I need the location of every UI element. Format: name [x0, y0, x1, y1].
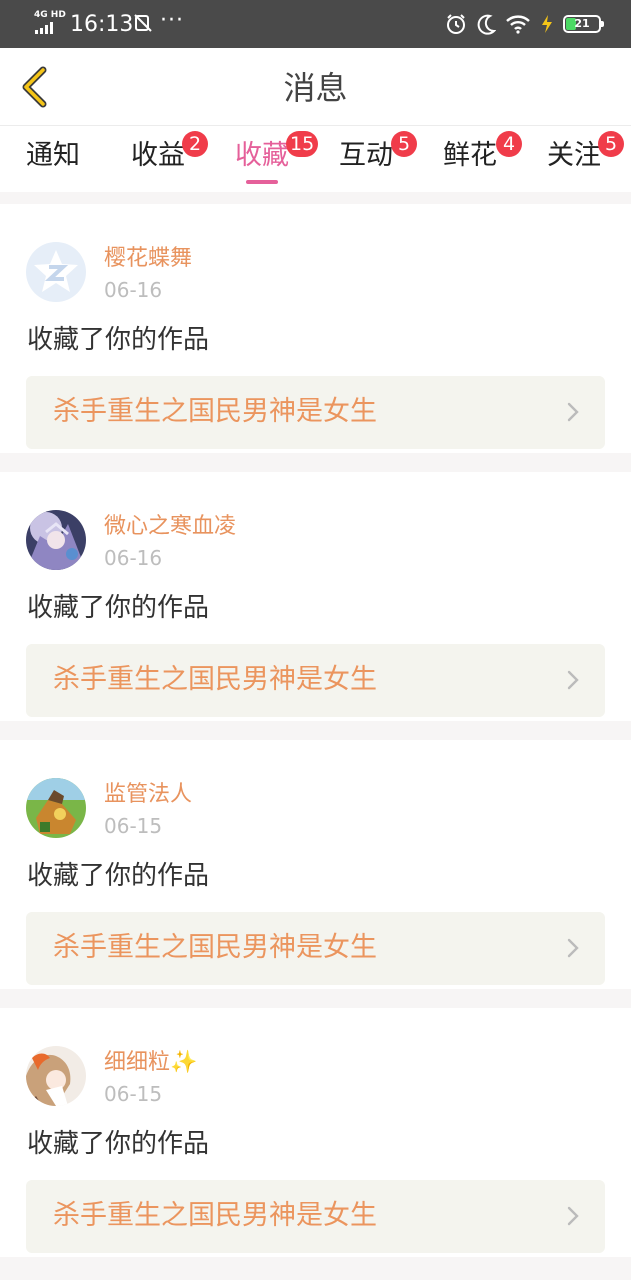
- status-icons: 21: [445, 11, 604, 37]
- illustration-avatar-icon[interactable]: [26, 1046, 86, 1106]
- default-avatar-icon[interactable]: [26, 242, 86, 302]
- network-type: 4G HD: [34, 10, 66, 20]
- tab-label: 互动: [339, 140, 393, 171]
- action-text: 收藏了你的作品: [27, 1129, 210, 1159]
- work-link[interactable]: 杀手重生之国民男神是女生: [26, 1180, 605, 1253]
- more-notifications-icon: ···: [160, 8, 184, 33]
- clock: 16:13: [70, 12, 134, 37]
- chevron-right-icon: [567, 670, 579, 690]
- work-link[interactable]: 杀手重生之国民男神是女生: [26, 644, 605, 717]
- action-text: 收藏了你的作品: [27, 593, 210, 623]
- battery-icon: 21: [563, 15, 604, 33]
- charging-icon: [542, 15, 552, 33]
- tab-label: 关注: [547, 140, 601, 171]
- anime-avatar-icon[interactable]: [26, 510, 86, 570]
- unread-badge: 5: [598, 131, 624, 157]
- game-avatar-icon[interactable]: [26, 778, 86, 838]
- username[interactable]: 监管法人: [104, 781, 192, 809]
- do-not-disturb-moon-icon: [477, 14, 496, 35]
- header: 消息: [0, 48, 631, 126]
- vpn-icon: [134, 14, 152, 32]
- work-title: 杀手重生之国民男神是女生: [53, 932, 377, 963]
- unread-badge: 15: [286, 131, 319, 157]
- message-card: 樱花蝶舞 06-16 收藏了你的作品 杀手重生之国民男神是女生: [0, 204, 631, 453]
- work-title: 杀手重生之国民男神是女生: [53, 396, 377, 427]
- unread-badge: 4: [496, 131, 522, 157]
- battery-level: 21: [574, 17, 590, 30]
- username[interactable]: 微心之寒血凌: [104, 513, 236, 541]
- active-tab-underline: [246, 180, 278, 184]
- username[interactable]: 樱花蝶舞: [104, 245, 192, 273]
- unread-badge: 5: [391, 131, 417, 157]
- message-tabs: 通知 收益 2 收藏 15 互动 5 鲜花 4 关注 5: [0, 126, 631, 192]
- work-title: 杀手重生之国民男神是女生: [53, 664, 377, 695]
- status-bar: 4G HD 16:13 ··· 21: [0, 0, 631, 48]
- tab-favorites[interactable]: 收藏 15: [235, 131, 319, 184]
- message-card: 细细粒✨ 06-15 收藏了你的作品 杀手重生之国民男神是女生: [0, 1008, 631, 1257]
- tab-notifications[interactable]: 通知: [26, 138, 80, 182]
- message-date: 06-15: [104, 814, 163, 838]
- tab-label: 鲜花: [443, 140, 497, 171]
- alarm-icon: [447, 14, 465, 34]
- chevron-right-icon: [567, 1206, 579, 1226]
- tab-earnings[interactable]: 收益 2: [131, 131, 208, 182]
- username[interactable]: 细细粒✨: [104, 1049, 197, 1077]
- chevron-right-icon: [567, 938, 579, 958]
- message-card: 监管法人 06-15 收藏了你的作品 杀手重生之国民男神是女生: [0, 740, 631, 989]
- action-text: 收藏了你的作品: [27, 325, 210, 355]
- action-text: 收藏了你的作品: [27, 861, 210, 891]
- tab-label: 收藏: [235, 140, 289, 171]
- tab-label: 收益: [131, 140, 185, 171]
- tab-follows[interactable]: 关注 5: [547, 131, 624, 182]
- message-date: 06-16: [104, 546, 163, 570]
- message-date: 06-16: [104, 278, 163, 302]
- message-card: 微心之寒血凌 06-16 收藏了你的作品 杀手重生之国民男神是女生: [0, 472, 631, 721]
- work-title: 杀手重生之国民男神是女生: [53, 1200, 377, 1231]
- chevron-right-icon: [567, 402, 579, 422]
- signal-icon: [35, 22, 53, 34]
- message-date: 06-15: [104, 1082, 163, 1106]
- tab-label: 通知: [26, 140, 80, 171]
- unread-badge: 2: [182, 131, 208, 157]
- work-link[interactable]: 杀手重生之国民男神是女生: [26, 912, 605, 985]
- work-link[interactable]: 杀手重生之国民男神是女生: [26, 376, 605, 449]
- tab-flowers[interactable]: 鲜花 4: [443, 131, 522, 182]
- tab-interactions[interactable]: 互动 5: [339, 131, 417, 182]
- page-title: 消息: [283, 69, 348, 107]
- wifi-icon: [506, 15, 530, 34]
